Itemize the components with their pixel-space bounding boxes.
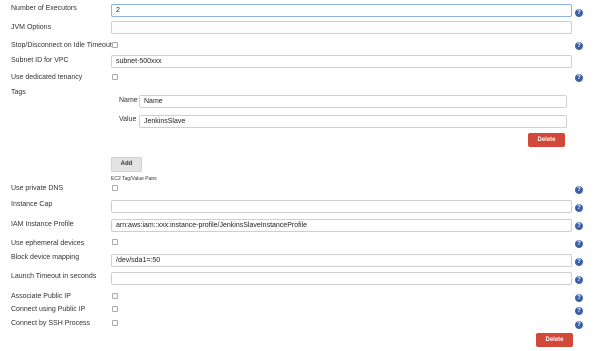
label-dedicated-tenancy: Use dedicated tenancy — [11, 74, 83, 81]
help-icon[interactable]: ? — [575, 9, 583, 17]
private-dns-checkbox[interactable] — [112, 185, 118, 191]
tag-name-input[interactable]: Name — [139, 95, 567, 108]
tag-add-button[interactable]: Add — [111, 157, 142, 172]
label-number-of-executors: Number of Executors — [11, 5, 77, 12]
help-icon[interactable]: ? — [575, 186, 583, 194]
block-device-mapping-input[interactable]: /dev/sda1=:50 — [111, 254, 572, 267]
ephemeral-devices-checkbox[interactable] — [112, 239, 118, 245]
delete-button[interactable]: Delete — [536, 333, 573, 347]
iam-instance-profile-input[interactable]: arn:aws:iam::xxx:instance-profile/Jenkin… — [111, 219, 572, 232]
help-icon[interactable]: ? — [575, 276, 583, 284]
label-use-private-dns: Use private DNS — [11, 185, 64, 192]
help-icon[interactable]: ? — [575, 42, 583, 50]
label-iam-instance-profile: IAM Instance Profile — [11, 221, 74, 228]
help-icon[interactable]: ? — [575, 258, 583, 266]
tag-value-label: Value — [119, 116, 137, 123]
label-ephemeral-devices: Use ephemeral devices — [11, 240, 85, 247]
help-icon[interactable]: ? — [575, 204, 583, 212]
connect-public-ip-checkbox[interactable] — [112, 306, 118, 312]
label-connect-ssh-process: Connect by SSH Process — [11, 320, 90, 327]
help-icon[interactable]: ? — [575, 74, 583, 82]
label-subnet-id: Subnet ID for VPC — [11, 57, 69, 64]
tag-value-input[interactable]: JenkinsSlave — [139, 115, 567, 128]
instance-cap-input[interactable] — [111, 200, 572, 213]
associate-public-ip-checkbox[interactable] — [112, 293, 118, 299]
label-launch-timeout: Launch Timeout in seconds — [11, 273, 97, 280]
help-icon[interactable]: ? — [575, 222, 583, 230]
jvm-options-input[interactable] — [111, 21, 572, 34]
label-instance-cap: Instance Cap — [11, 201, 53, 208]
launch-timeout-input[interactable] — [111, 272, 572, 285]
help-icon[interactable]: ? — [575, 240, 583, 248]
help-icon[interactable]: ? — [575, 321, 583, 329]
tag-delete-button[interactable]: Delete — [528, 133, 565, 147]
help-icon[interactable]: ? — [575, 307, 583, 315]
subnet-id-input[interactable]: subnet-500xxx — [111, 55, 572, 68]
label-tags: Tags — [11, 89, 26, 96]
label-connect-public-ip: Connect using Public IP — [11, 306, 86, 313]
dedicated-tenancy-checkbox[interactable] — [112, 74, 118, 80]
tags-hint: EC2 Tag/Value Pairs — [111, 176, 157, 182]
label-block-device-mapping: Block device mapping — [11, 254, 80, 261]
connect-ssh-process-checkbox[interactable] — [112, 320, 118, 326]
label-associate-public-ip: Associate Public IP — [11, 293, 71, 300]
tag-name-label: Name — [119, 97, 138, 104]
label-jvm-options: JVM Options — [11, 24, 52, 31]
help-icon[interactable]: ? — [575, 294, 583, 302]
label-stop-disconnect-idle-timeout: Stop/Disconnect on Idle Timeout — [11, 42, 112, 49]
number-of-executors-input[interactable]: 2 — [111, 4, 572, 17]
stop-idle-timeout-checkbox[interactable] — [112, 42, 118, 48]
